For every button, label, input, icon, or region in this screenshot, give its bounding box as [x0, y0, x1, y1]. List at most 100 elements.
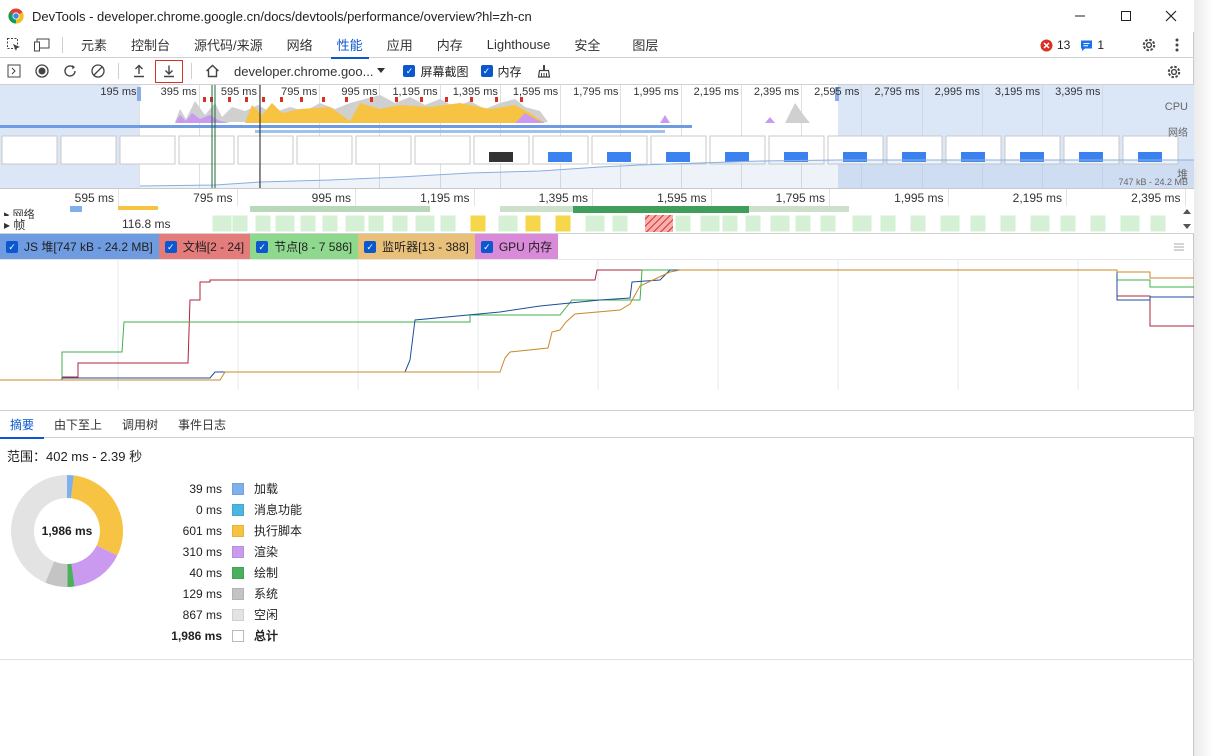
ruler-gridline: [1066, 189, 1067, 207]
frame-box[interactable]: [439, 214, 457, 233]
frame-box[interactable]: [909, 214, 927, 233]
checkbox-checked-icon: ✓: [6, 240, 18, 253]
tab-elements[interactable]: 元素: [69, 32, 119, 58]
frame-box[interactable]: [274, 214, 296, 233]
network-overview-label: 网络: [1168, 128, 1188, 139]
tab-memory[interactable]: 内存: [425, 32, 475, 58]
window-title: DevTools - developer.chrome.google.cn/do…: [32, 8, 532, 24]
capture-settings-button[interactable]: [1160, 58, 1188, 85]
more-options-button[interactable]: [1163, 32, 1191, 58]
frame-box[interactable]: [1029, 214, 1051, 233]
timeline-tracks[interactable]: ▸ 网络 ▸ 帧 116.8 ms: [0, 206, 1194, 234]
memory-counter-toggle[interactable]: ✓ 监听器[13 - 388]: [358, 234, 475, 259]
error-count-badge[interactable]: 13: [1040, 38, 1070, 52]
frame-box[interactable]: [611, 214, 629, 233]
drag-handle-icon[interactable]: [1174, 243, 1184, 251]
frame-box[interactable]: [969, 214, 987, 233]
tab-security[interactable]: 安全: [562, 32, 612, 58]
toggle-sidebar-button[interactable]: [0, 58, 28, 85]
download-profile-button[interactable]: [153, 58, 185, 85]
upload-profile-button[interactable]: [125, 58, 153, 85]
tab-application[interactable]: 应用: [375, 32, 425, 58]
frame-box[interactable]: [231, 214, 249, 233]
ruler-tick-label: 1,595 ms: [657, 191, 707, 205]
recording-select[interactable]: developer.chrome.goo...: [234, 64, 386, 79]
ruler-tick-label: 2,395 ms: [1131, 191, 1181, 205]
checkbox-checked-icon: ✓: [256, 240, 269, 253]
frame-box[interactable]: [819, 214, 837, 233]
category-swatch: [232, 608, 244, 621]
tab-layers[interactable]: 图层: [620, 32, 670, 58]
clear-button[interactable]: [84, 58, 112, 85]
frame-box[interactable]: [367, 214, 385, 233]
frame-box[interactable]: [254, 214, 272, 233]
frame-box[interactable]: [211, 214, 233, 233]
home-button[interactable]: [198, 58, 226, 85]
tab-call-tree[interactable]: 调用树: [112, 411, 168, 438]
frame-box[interactable]: [497, 214, 519, 233]
tab-summary[interactable]: 摘要: [0, 411, 45, 439]
frame-box[interactable]: [851, 214, 873, 233]
frame-box[interactable]: [794, 214, 812, 233]
tab-bottom-up[interactable]: 由下至上: [44, 411, 112, 438]
frame-box[interactable]: [554, 214, 572, 233]
frame-box[interactable]: [584, 214, 606, 233]
frame-box[interactable]: [1089, 214, 1107, 233]
record-button[interactable]: [28, 58, 56, 85]
tab-label: 由下至上: [54, 417, 103, 432]
tab-performance[interactable]: 性能: [325, 32, 375, 59]
frame-box[interactable]: [674, 214, 692, 233]
frame-box[interactable]: [344, 214, 366, 233]
frame-box[interactable]: [299, 214, 317, 233]
summary-row: 0 ms 消息功能: [150, 499, 302, 520]
tracks-scroll-arrows-icon[interactable]: [1183, 206, 1191, 232]
memory-counter-toggle[interactable]: ✓ JS 堆[747 kB - 24.2 MB]: [0, 234, 159, 259]
frame-box[interactable]: [524, 214, 542, 233]
tab-label: 摘要: [10, 417, 35, 432]
timeline-overview[interactable]: 195 ms 395 ms 595 ms 795 ms 995 ms 1,195 ms 1,…: [0, 85, 1194, 188]
frame-box[interactable]: [699, 214, 721, 233]
frame-box[interactable]: [391, 214, 409, 233]
summary-donut-chart: 1,986 ms: [10, 475, 123, 587]
memory-counter-toggle[interactable]: ✓ 文档[2 - 24]: [158, 234, 251, 259]
frame-box[interactable]: [1059, 214, 1077, 233]
issue-badges[interactable]: 13 1: [1040, 32, 1104, 58]
ruler-gridline: [355, 189, 356, 207]
screenshots-checkbox[interactable]: ✓ 屏幕截图: [403, 63, 469, 80]
frame-box[interactable]: [321, 214, 339, 233]
frame-box[interactable]: [1119, 214, 1141, 233]
message-count-badge[interactable]: 1: [1080, 38, 1104, 52]
memory-counter-toggle[interactable]: ✓ GPU 内存: [474, 234, 559, 259]
checkbox-checked-icon: ✓: [164, 240, 177, 253]
frame-box[interactable]: [721, 214, 739, 233]
devtools-window: DevTools - developer.chrome.google.cn/do…: [0, 0, 1194, 756]
maximize-button[interactable]: [1103, 0, 1149, 32]
tab-sources[interactable]: 源代码/来源: [182, 32, 275, 58]
minimize-button[interactable]: [1057, 0, 1103, 32]
frame-box[interactable]: [939, 214, 961, 233]
summary-row: 129 ms 系统: [150, 583, 302, 604]
frame-box[interactable]: [1149, 214, 1167, 233]
tab-event-log[interactable]: 事件日志: [168, 411, 236, 438]
summary-value: 0 ms: [195, 502, 222, 517]
frame-box[interactable]: [414, 214, 436, 233]
tab-console[interactable]: 控制台: [119, 32, 182, 58]
close-window-button[interactable]: [1148, 0, 1194, 32]
tab-network[interactable]: 网络: [275, 32, 325, 58]
memory-counter-toggle[interactable]: ✓ 节点[8 - 7 586]: [250, 234, 359, 259]
device-toolbar-button[interactable]: [28, 32, 56, 58]
memory-checkbox[interactable]: ✓ 内存: [480, 63, 522, 80]
settings-button[interactable]: [1135, 32, 1163, 58]
frame-box[interactable]: [879, 214, 897, 233]
category-label: 消息功能: [254, 503, 303, 517]
frame-box[interactable]: [744, 214, 762, 233]
memory-counter-label: GPU 内存: [498, 240, 553, 254]
frame-box[interactable]: [769, 214, 791, 233]
frame-box[interactable]: [469, 214, 487, 233]
garbage-collect-button[interactable]: [530, 58, 558, 85]
frame-box[interactable]: [999, 214, 1017, 233]
reload-record-button[interactable]: [56, 58, 84, 85]
tab-lighthouse[interactable]: Lighthouse: [475, 32, 563, 58]
frames-track-label[interactable]: ▸ 帧: [4, 216, 30, 233]
inspect-element-button[interactable]: [0, 32, 28, 58]
